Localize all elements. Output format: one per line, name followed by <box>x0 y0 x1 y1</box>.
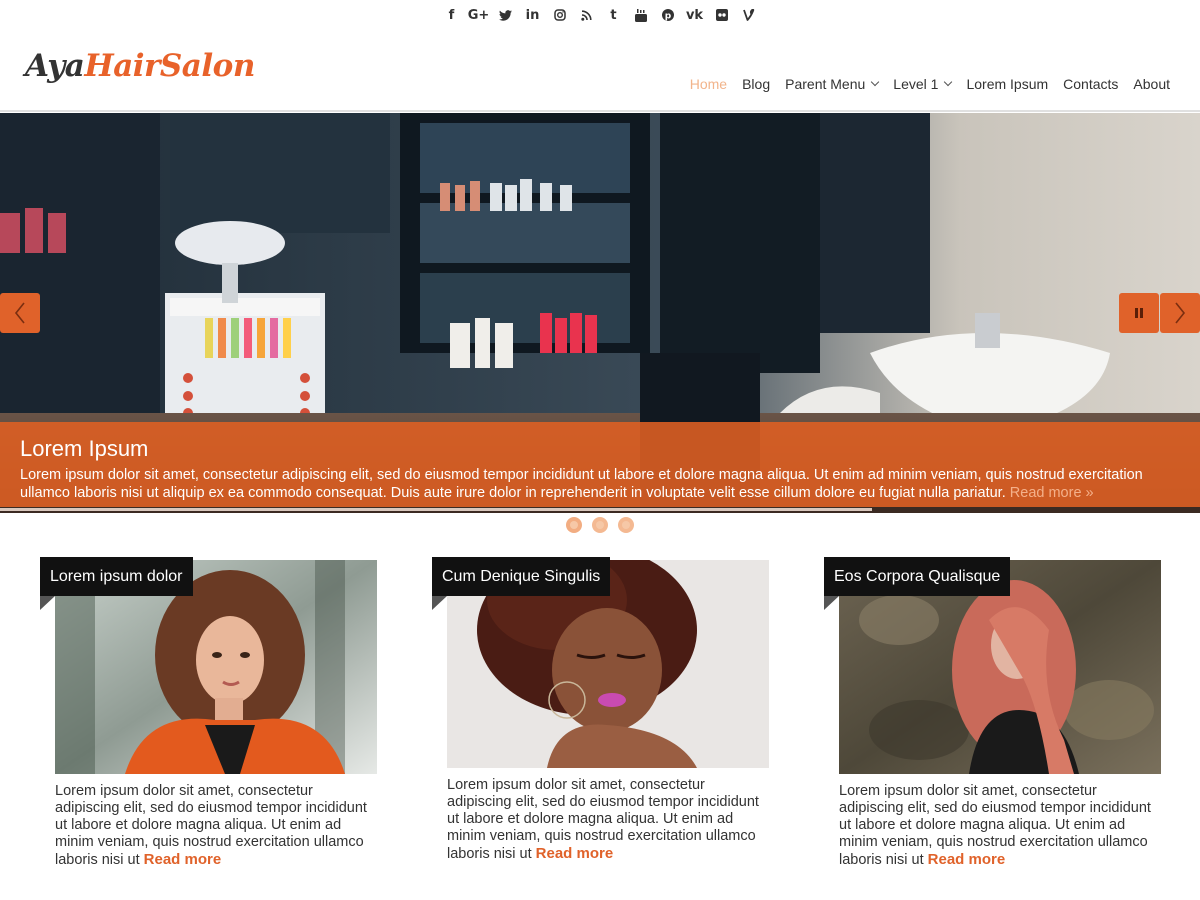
youtube-icon[interactable] <box>627 0 654 30</box>
tumblr-icon[interactable]: t <box>600 0 627 30</box>
slider-next-button[interactable] <box>1160 293 1200 333</box>
site-logo[interactable]: AyaHairSalon <box>25 48 255 84</box>
card-text: Lorem ipsum dolor sit amet, consectetur … <box>447 777 769 863</box>
social-bar: f G+ in t p vk <box>0 0 1200 30</box>
slider-pagination <box>0 517 1200 533</box>
slider-pause-button[interactable] <box>1119 293 1159 333</box>
chevron-down-icon <box>944 77 953 87</box>
logo-part-hairsalon: HairSalon <box>84 48 255 84</box>
card-title-fold <box>824 596 839 610</box>
twitter-icon[interactable] <box>492 0 519 30</box>
google-plus-icon[interactable]: G+ <box>465 0 492 30</box>
card-title: Lorem ipsum dolor <box>40 557 193 596</box>
nav-item-contacts[interactable]: Contacts <box>1063 76 1118 92</box>
hero-slider: Lorem Ipsum Lorem ipsum dolor sit amet, … <box>0 113 1200 513</box>
slider-prev-button[interactable] <box>0 293 40 333</box>
slider-dot-1[interactable] <box>566 517 582 533</box>
rss-icon[interactable] <box>573 0 600 30</box>
nav-label: Level 1 <box>893 76 939 92</box>
nav-label: Home <box>689 76 728 92</box>
card-title-fold <box>40 596 55 610</box>
slide-progress-fill <box>0 508 873 511</box>
slider-dot-3[interactable] <box>618 517 634 533</box>
instagram-icon[interactable] <box>546 0 573 30</box>
nav-label: About <box>1133 76 1170 92</box>
site-header: AyaHairSalon Home Blog Parent Menu Level… <box>0 30 1200 112</box>
nav-label: Blog <box>742 76 771 92</box>
nav-label: Parent Menu <box>785 76 866 92</box>
nav-item-blog[interactable]: Blog <box>742 76 770 92</box>
slide-read-more-link[interactable]: Read more » <box>1010 485 1094 501</box>
pause-icon <box>1135 308 1143 318</box>
slide-progress-bar <box>0 507 1200 513</box>
chevron-left-icon <box>14 302 25 324</box>
card-title-fold <box>432 596 447 610</box>
vine-icon[interactable] <box>735 0 762 30</box>
slider-dot-2[interactable] <box>592 517 608 533</box>
read-more-link[interactable]: Read more <box>536 845 614 862</box>
slide-title: Lorem Ipsum <box>20 436 149 461</box>
read-more-link[interactable]: Read more <box>144 851 222 868</box>
chevron-right-icon <box>1175 302 1186 324</box>
nav-item-parent-menu[interactable]: Parent Menu <box>785 76 880 92</box>
slide-caption: Lorem Ipsum Lorem ipsum dolor sit amet, … <box>0 422 1200 507</box>
flickr-icon[interactable] <box>708 0 735 30</box>
slide-text-body: Lorem ipsum dolor sit amet, consectetur … <box>20 467 1143 501</box>
svg-text:p: p <box>664 11 671 21</box>
logo-part-aya: Aya <box>25 48 85 84</box>
slide-text: Lorem ipsum dolor sit amet, consectetur … <box>20 466 1180 502</box>
nav-item-level-1[interactable]: Level 1 <box>893 76 953 92</box>
card-text: Lorem ipsum dolor sit amet, consectetur … <box>839 783 1161 869</box>
card-text: Lorem ipsum dolor sit amet, consectetur … <box>55 783 377 869</box>
chevron-down-icon <box>871 77 880 87</box>
read-more-link[interactable]: Read more <box>928 851 1006 868</box>
nav-item-lorem-ipsum[interactable]: Lorem Ipsum <box>966 76 1048 92</box>
main-nav: Home Blog Parent Menu Level 1 Lorem Ipsu… <box>690 76 1170 92</box>
card-title: Cum Denique Singulis <box>432 557 611 596</box>
nav-label: Contacts <box>1063 76 1119 92</box>
vk-icon[interactable]: vk <box>681 0 708 30</box>
pinterest-icon[interactable]: p <box>654 0 681 30</box>
nav-item-home[interactable]: Home <box>690 76 727 92</box>
card-title: Eos Corpora Qualisque <box>824 557 1011 596</box>
facebook-icon[interactable]: f <box>438 0 465 30</box>
nav-item-about[interactable]: About <box>1133 76 1170 92</box>
linkedin-icon[interactable]: in <box>519 0 546 30</box>
nav-label: Lorem Ipsum <box>966 76 1049 92</box>
